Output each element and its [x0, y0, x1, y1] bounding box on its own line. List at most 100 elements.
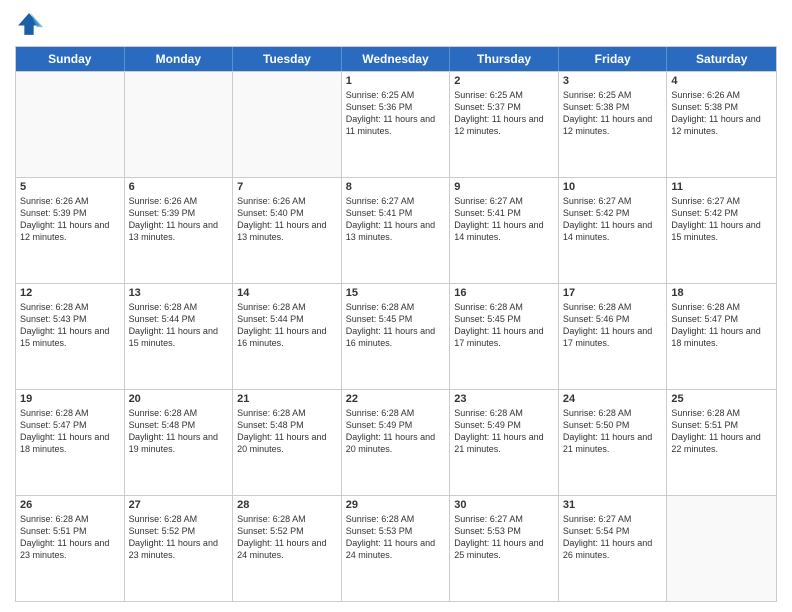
cal-cell-27: 27 Sunrise: 6:28 AM Sunset: 5:52 PM Dayli…	[125, 496, 234, 601]
day-number: 8	[346, 181, 446, 193]
day-number: 31	[563, 499, 663, 511]
logo-icon	[15, 10, 43, 38]
day-number: 10	[563, 181, 663, 193]
cell-info: Sunrise: 6:28 AM Sunset: 5:49 PM Dayligh…	[454, 407, 554, 456]
cal-cell-16: 16 Sunrise: 6:28 AM Sunset: 5:45 PM Dayli…	[450, 284, 559, 389]
day-number: 24	[563, 393, 663, 405]
day-number: 26	[20, 499, 120, 511]
cell-info: Sunrise: 6:28 AM Sunset: 5:49 PM Dayligh…	[346, 407, 446, 456]
cell-info: Sunrise: 6:28 AM Sunset: 5:47 PM Dayligh…	[20, 407, 120, 456]
day-number: 18	[671, 287, 772, 299]
cell-info: Sunrise: 6:28 AM Sunset: 5:46 PM Dayligh…	[563, 301, 663, 350]
cell-info: Sunrise: 6:26 AM Sunset: 5:39 PM Dayligh…	[20, 195, 120, 244]
cal-cell-8: 8 Sunrise: 6:27 AM Sunset: 5:41 PM Daylig…	[342, 178, 451, 283]
day-number: 3	[563, 75, 663, 87]
weekday-header-friday: Friday	[559, 47, 668, 71]
cell-info: Sunrise: 6:28 AM Sunset: 5:45 PM Dayligh…	[346, 301, 446, 350]
cell-info: Sunrise: 6:28 AM Sunset: 5:48 PM Dayligh…	[237, 407, 337, 456]
cal-cell-28: 28Sunrise: 6:28 AM Sunset: 5:52 PM Dayli…	[233, 496, 342, 601]
weekday-header-monday: Monday	[125, 47, 234, 71]
cal-cell-empty-w0d2	[233, 72, 342, 177]
cal-cell-18: 18 Sunrise: 6:28 AM Sunset: 5:47 PM Dayli…	[667, 284, 776, 389]
header	[15, 10, 777, 38]
day-number: 19	[20, 393, 120, 405]
cal-cell-2: 2 Sunrise: 6:25 AM Sunset: 5:37 PM Daylig…	[450, 72, 559, 177]
cell-info: Sunrise: 6:26 AM Sunset: 5:38 PM Dayligh…	[671, 89, 772, 138]
cal-cell-15: 15Sunrise: 6:28 AM Sunset: 5:45 PM Dayli…	[342, 284, 451, 389]
cell-info: Sunrise: 6:25 AM Sunset: 5:38 PM Dayligh…	[563, 89, 663, 138]
cal-cell-12: 12 Sunrise: 6:28 AM Sunset: 5:43 PM Dayli…	[16, 284, 125, 389]
day-number: 21	[237, 393, 337, 405]
cell-info: Sunrise: 6:27 AM Sunset: 5:41 PM Dayligh…	[346, 195, 446, 244]
weekday-header-sunday: Sunday	[16, 47, 125, 71]
cell-info: Sunrise: 6:28 AM Sunset: 5:43 PM Dayligh…	[20, 301, 120, 350]
cal-cell-19: 19 Sunrise: 6:28 AM Sunset: 5:47 PM Dayli…	[16, 390, 125, 495]
calendar-body: 1Sunrise: 6:25 AM Sunset: 5:36 PM Daylig…	[16, 71, 776, 601]
day-number: 25	[671, 393, 772, 405]
cal-cell-21: 21 Sunrise: 6:28 AM Sunset: 5:48 PM Dayli…	[233, 390, 342, 495]
cal-cell-11: 11 Sunrise: 6:27 AM Sunset: 5:42 PM Dayli…	[667, 178, 776, 283]
cal-cell-10: 10 Sunrise: 6:27 AM Sunset: 5:42 PM Dayli…	[559, 178, 668, 283]
cal-cell-3: 3 Sunrise: 6:25 AM Sunset: 5:38 PM Daylig…	[559, 72, 668, 177]
day-number: 11	[671, 181, 772, 193]
cal-cell-14: 14 Sunrise: 6:28 AM Sunset: 5:44 PM Dayli…	[233, 284, 342, 389]
weekday-header-thursday: Thursday	[450, 47, 559, 71]
cal-cell-17: 17 Sunrise: 6:28 AM Sunset: 5:46 PM Dayli…	[559, 284, 668, 389]
day-number: 23	[454, 393, 554, 405]
cal-cell-6: 6Sunrise: 6:26 AM Sunset: 5:39 PM Daylig…	[125, 178, 234, 283]
cell-info: Sunrise: 6:28 AM Sunset: 5:51 PM Dayligh…	[20, 513, 120, 562]
day-number: 27	[129, 499, 229, 511]
cell-info: Sunrise: 6:28 AM Sunset: 5:52 PM Dayligh…	[129, 513, 229, 562]
cal-cell-24: 24 Sunrise: 6:28 AM Sunset: 5:50 PM Dayli…	[559, 390, 668, 495]
cal-cell-23: 23 Sunrise: 6:28 AM Sunset: 5:49 PM Dayli…	[450, 390, 559, 495]
day-number: 30	[454, 499, 554, 511]
cell-info: Sunrise: 6:27 AM Sunset: 5:54 PM Dayligh…	[563, 513, 663, 562]
cal-cell-22: 22Sunrise: 6:28 AM Sunset: 5:49 PM Dayli…	[342, 390, 451, 495]
week-row-1: 1Sunrise: 6:25 AM Sunset: 5:36 PM Daylig…	[16, 71, 776, 177]
day-number: 16	[454, 287, 554, 299]
day-number: 7	[237, 181, 337, 193]
weekday-header-wednesday: Wednesday	[342, 47, 451, 71]
cell-info: Sunrise: 6:28 AM Sunset: 5:47 PM Dayligh…	[671, 301, 772, 350]
cell-info: Sunrise: 6:28 AM Sunset: 5:45 PM Dayligh…	[454, 301, 554, 350]
day-number: 4	[671, 75, 772, 87]
day-number: 12	[20, 287, 120, 299]
cal-cell-4: 4 Sunrise: 6:26 AM Sunset: 5:38 PM Daylig…	[667, 72, 776, 177]
day-number: 17	[563, 287, 663, 299]
week-row-2: 5 Sunrise: 6:26 AM Sunset: 5:39 PM Daylig…	[16, 177, 776, 283]
day-number: 5	[20, 181, 120, 193]
week-row-4: 19 Sunrise: 6:28 AM Sunset: 5:47 PM Dayli…	[16, 389, 776, 495]
logo	[15, 10, 47, 38]
cell-info: Sunrise: 6:26 AM Sunset: 5:40 PM Dayligh…	[237, 195, 337, 244]
calendar-header: SundayMondayTuesdayWednesdayThursdayFrid…	[16, 47, 776, 71]
cal-cell-1: 1Sunrise: 6:25 AM Sunset: 5:36 PM Daylig…	[342, 72, 451, 177]
cal-cell-9: 9 Sunrise: 6:27 AM Sunset: 5:41 PM Daylig…	[450, 178, 559, 283]
day-number: 9	[454, 181, 554, 193]
cell-info: Sunrise: 6:27 AM Sunset: 5:41 PM Dayligh…	[454, 195, 554, 244]
cal-cell-26: 26 Sunrise: 6:28 AM Sunset: 5:51 PM Dayli…	[16, 496, 125, 601]
cell-info: Sunrise: 6:27 AM Sunset: 5:42 PM Dayligh…	[671, 195, 772, 244]
weekday-header-tuesday: Tuesday	[233, 47, 342, 71]
calendar: SundayMondayTuesdayWednesdayThursdayFrid…	[15, 46, 777, 602]
day-number: 14	[237, 287, 337, 299]
week-row-3: 12 Sunrise: 6:28 AM Sunset: 5:43 PM Dayli…	[16, 283, 776, 389]
cell-info: Sunrise: 6:25 AM Sunset: 5:37 PM Dayligh…	[454, 89, 554, 138]
day-number: 20	[129, 393, 229, 405]
cal-cell-empty-w4d6	[667, 496, 776, 601]
cell-info: Sunrise: 6:27 AM Sunset: 5:53 PM Dayligh…	[454, 513, 554, 562]
cell-info: Sunrise: 6:28 AM Sunset: 5:44 PM Dayligh…	[237, 301, 337, 350]
day-number: 6	[129, 181, 229, 193]
cal-cell-empty-w0d0	[16, 72, 125, 177]
cell-info: Sunrise: 6:28 AM Sunset: 5:51 PM Dayligh…	[671, 407, 772, 456]
cell-info: Sunrise: 6:25 AM Sunset: 5:36 PM Dayligh…	[346, 89, 446, 138]
day-number: 2	[454, 75, 554, 87]
cal-cell-5: 5 Sunrise: 6:26 AM Sunset: 5:39 PM Daylig…	[16, 178, 125, 283]
cell-info: Sunrise: 6:28 AM Sunset: 5:53 PM Dayligh…	[346, 513, 446, 562]
cell-info: Sunrise: 6:27 AM Sunset: 5:42 PM Dayligh…	[563, 195, 663, 244]
day-number: 13	[129, 287, 229, 299]
cell-info: Sunrise: 6:28 AM Sunset: 5:50 PM Dayligh…	[563, 407, 663, 456]
cal-cell-empty-w0d1	[125, 72, 234, 177]
cell-info: Sunrise: 6:28 AM Sunset: 5:44 PM Dayligh…	[129, 301, 229, 350]
cal-cell-7: 7 Sunrise: 6:26 AM Sunset: 5:40 PM Daylig…	[233, 178, 342, 283]
cell-info: Sunrise: 6:28 AM Sunset: 5:52 PM Dayligh…	[237, 513, 337, 562]
